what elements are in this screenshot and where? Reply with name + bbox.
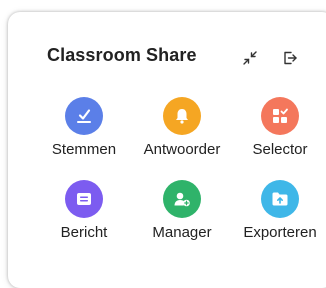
tool-label: Selector bbox=[252, 141, 308, 158]
minimize-arrows-icon[interactable] bbox=[240, 48, 260, 68]
tool-label: Manager bbox=[152, 224, 212, 241]
tool-antwoorder[interactable]: Antwoorder bbox=[137, 97, 227, 158]
tool-exporteren[interactable]: Exporteren bbox=[235, 180, 325, 241]
exit-icon[interactable] bbox=[280, 48, 300, 68]
tool-label: Bericht bbox=[60, 224, 108, 241]
tool-manager[interactable]: Manager bbox=[137, 180, 227, 241]
add-user-icon bbox=[163, 180, 201, 218]
message-icon bbox=[65, 180, 103, 218]
selector-grid-icon bbox=[261, 97, 299, 135]
tool-bericht[interactable]: Bericht bbox=[39, 180, 129, 241]
tool-label: Exporteren bbox=[243, 224, 317, 241]
vote-icon bbox=[65, 97, 103, 135]
panel-title: Classroom Share bbox=[47, 45, 197, 65]
tool-selector[interactable]: Selector bbox=[235, 97, 325, 158]
tool-label: Antwoorder bbox=[143, 141, 221, 158]
bell-icon bbox=[163, 97, 201, 135]
tool-label: Stemmen bbox=[51, 141, 117, 158]
export-folder-icon bbox=[261, 180, 299, 218]
tool-stemmen[interactable]: Stemmen bbox=[39, 97, 129, 158]
